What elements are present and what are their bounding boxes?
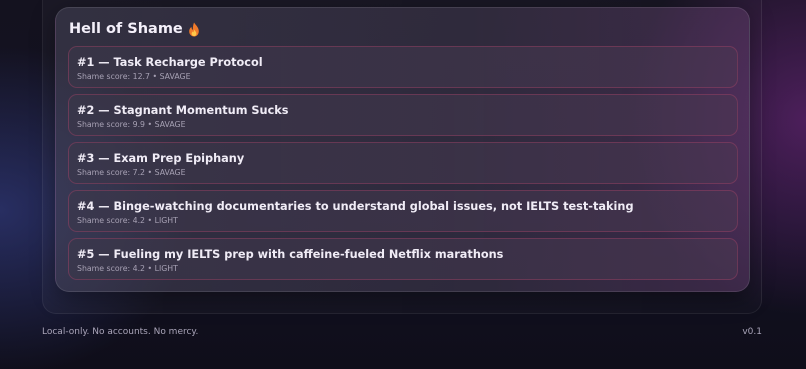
- separator: •: [147, 120, 153, 129]
- item-name: Exam Prep Epiphany: [113, 152, 245, 165]
- shame-list: #1 — Task Recharge Protocol Shame score: …: [68, 46, 738, 286]
- card-title-text: Hell of Shame: [69, 21, 183, 37]
- item-dash: —: [98, 152, 110, 165]
- item-rank: #3: [77, 152, 95, 165]
- item-meta: Shame score: 7.2 • SAVAGE: [77, 168, 729, 178]
- item-title: #2 — Stagnant Momentum Sucks: [77, 104, 729, 118]
- shame-level-badge: LIGHT: [154, 264, 178, 273]
- footer-tagline: Local-only. No accounts. No mercy.: [42, 327, 199, 337]
- footer-version: v0.1: [742, 327, 762, 337]
- score-value: 9.9: [132, 120, 146, 129]
- shame-level-badge: SAVAGE: [159, 72, 191, 81]
- separator: •: [147, 216, 153, 225]
- score-label: Shame score:: [77, 72, 131, 81]
- item-rank: #1: [77, 56, 95, 69]
- separator: •: [152, 72, 158, 81]
- fire-icon: [188, 22, 200, 37]
- item-rank: #2: [77, 104, 95, 117]
- shame-level-badge: SAVAGE: [154, 168, 186, 177]
- score-label: Shame score:: [77, 120, 131, 129]
- item-dash: —: [98, 56, 110, 69]
- item-dash: —: [98, 104, 110, 117]
- list-item[interactable]: #1 — Task Recharge Protocol Shame score: …: [68, 46, 738, 88]
- list-item[interactable]: #2 — Stagnant Momentum Sucks Shame score:…: [68, 94, 738, 136]
- list-item[interactable]: #3 — Exam Prep Epiphany Shame score: 7.2 …: [68, 142, 738, 184]
- item-dash: —: [98, 248, 110, 261]
- score-value: 12.7: [132, 72, 150, 81]
- score-value: 4.2: [132, 264, 146, 273]
- separator: •: [147, 168, 153, 177]
- item-dash: —: [98, 200, 110, 213]
- item-name: Binge-watching documentaries to understa…: [113, 200, 634, 213]
- item-title: #4 — Binge-watching documentaries to und…: [77, 200, 729, 214]
- item-meta: Shame score: 12.7 • SAVAGE: [77, 72, 729, 82]
- separator: •: [147, 264, 153, 273]
- score-value: 7.2: [132, 168, 146, 177]
- item-meta: Shame score: 4.2 • LIGHT: [77, 264, 729, 274]
- item-title: #1 — Task Recharge Protocol: [77, 56, 729, 70]
- item-name: Fueling my IELTS prep with caffeine-fuel…: [113, 248, 504, 261]
- list-item[interactable]: #4 — Binge-watching documentaries to und…: [68, 190, 738, 232]
- shame-level-badge: LIGHT: [154, 216, 178, 225]
- list-item[interactable]: #5 — Fueling my IELTS prep with caffeine…: [68, 238, 738, 280]
- score-label: Shame score:: [77, 216, 131, 225]
- item-rank: #4: [77, 200, 95, 213]
- shame-level-badge: SAVAGE: [154, 120, 186, 129]
- score-label: Shame score:: [77, 168, 131, 177]
- item-rank: #5: [77, 248, 95, 261]
- hall-of-shame-card: Hell of Shame #1 — Task Recharge Protoco…: [55, 7, 750, 292]
- score-value: 4.2: [132, 216, 146, 225]
- item-name: Stagnant Momentum Sucks: [113, 104, 289, 117]
- item-title: #5 — Fueling my IELTS prep with caffeine…: [77, 248, 729, 262]
- item-meta: Shame score: 9.9 • SAVAGE: [77, 120, 729, 130]
- card-title: Hell of Shame: [69, 21, 200, 37]
- item-name: Task Recharge Protocol: [113, 56, 263, 69]
- score-label: Shame score:: [77, 264, 131, 273]
- item-title: #3 — Exam Prep Epiphany: [77, 152, 729, 166]
- item-meta: Shame score: 4.2 • LIGHT: [77, 216, 729, 226]
